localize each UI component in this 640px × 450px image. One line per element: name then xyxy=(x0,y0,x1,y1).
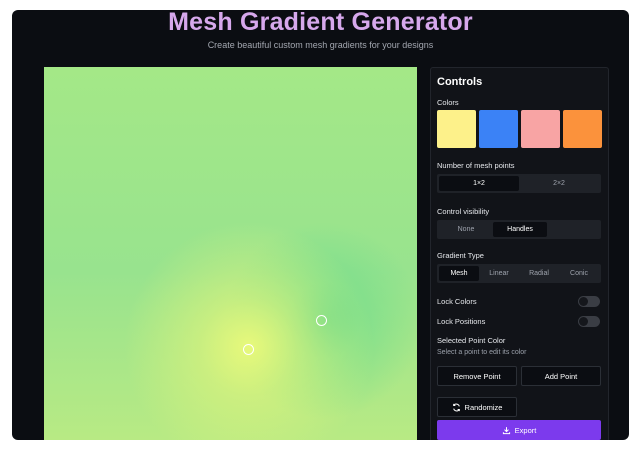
gradient-type-linear[interactable]: Linear xyxy=(479,266,519,281)
export-button[interactable]: Export xyxy=(437,420,601,440)
gradient-type-conic[interactable]: Conic xyxy=(559,266,599,281)
gradient-type-mesh[interactable]: Mesh xyxy=(439,266,479,281)
controls-panel: Controls Colors Number of mesh points 1×… xyxy=(430,67,609,440)
app-window: Mesh Gradient Generator Create beautiful… xyxy=(12,10,629,440)
toggle-knob xyxy=(579,317,588,326)
visibility-option-none[interactable]: None xyxy=(439,222,493,237)
toggle-knob xyxy=(579,297,588,306)
add-point-button[interactable]: Add Point xyxy=(521,366,601,386)
page-title: Mesh Gradient Generator xyxy=(168,10,473,36)
randomize-button[interactable]: Randomize xyxy=(437,397,517,417)
gradient-type-radial[interactable]: Radial xyxy=(519,266,559,281)
color-swatch-orange[interactable] xyxy=(563,110,602,148)
gradient-canvas[interactable] xyxy=(44,67,417,440)
color-swatch-blue[interactable] xyxy=(479,110,518,148)
gradient-type-label: Gradient Type xyxy=(437,251,484,260)
lock-positions-toggle[interactable] xyxy=(578,316,600,327)
selected-point-hint: Select a point to edit its color xyxy=(437,349,527,356)
colors-label: Colors xyxy=(437,98,459,107)
lock-colors-toggle[interactable] xyxy=(578,296,600,307)
mesh-points-option-1x2[interactable]: 1×2 xyxy=(439,176,519,191)
mesh-points-label: Number of mesh points xyxy=(437,161,515,170)
remove-point-button[interactable]: Remove Point xyxy=(437,366,517,386)
randomize-label: Randomize xyxy=(464,402,503,412)
lock-colors-label: Lock Colors xyxy=(437,297,477,306)
visibility-option-handles[interactable]: Handles xyxy=(493,222,547,237)
color-swatch-pink[interactable] xyxy=(521,110,560,148)
download-icon xyxy=(502,426,511,435)
export-label: Export xyxy=(514,425,537,435)
selected-point-label: Selected Point Color xyxy=(437,336,506,345)
mesh-point-handle[interactable] xyxy=(243,344,254,355)
control-visibility-label: Control visibility xyxy=(437,207,490,216)
mesh-points-selector: 1×2 2×2 xyxy=(437,174,601,193)
page-subtitle: Create beautiful custom mesh gradients f… xyxy=(207,40,434,50)
remove-point-label: Remove Point xyxy=(453,371,501,381)
controls-title: Controls xyxy=(437,76,483,88)
control-visibility-selector: None Handles xyxy=(437,220,601,239)
lock-positions-label: Lock Positions xyxy=(437,317,486,326)
refresh-icon xyxy=(452,403,461,412)
color-swatch-yellow[interactable] xyxy=(437,110,476,148)
mesh-points-option-2x2[interactable]: 2×2 xyxy=(519,176,599,191)
mesh-point-handle[interactable] xyxy=(316,315,327,326)
add-point-label: Add Point xyxy=(544,371,578,381)
gradient-type-selector: Mesh Linear Radial Conic xyxy=(437,264,601,283)
